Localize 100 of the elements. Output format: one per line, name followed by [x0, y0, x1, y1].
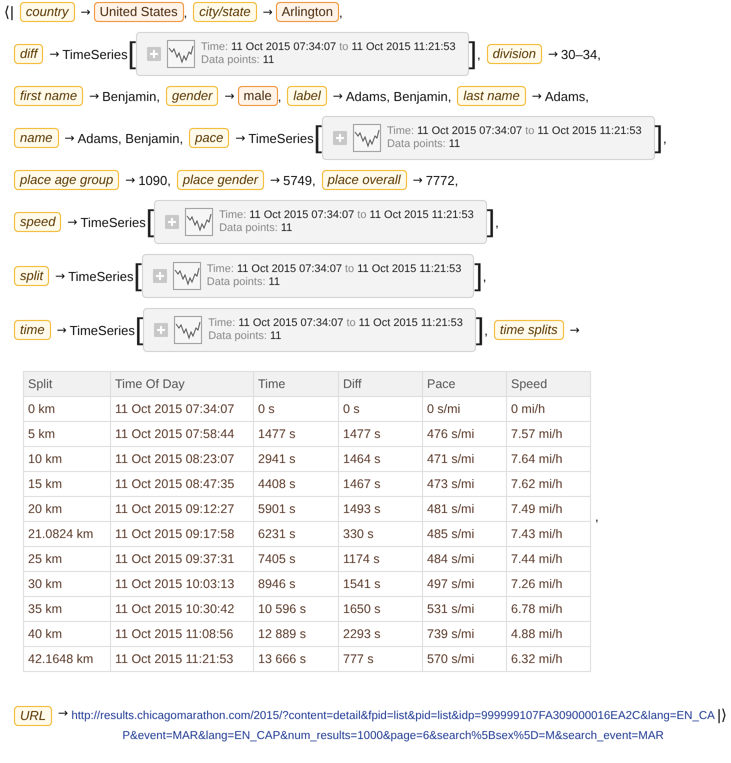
comma: , [597, 46, 601, 62]
data-points-text: Data points: 11 [219, 222, 294, 235]
table-cell: 485 s/mi [422, 522, 506, 546]
url-link[interactable]: http://results.chicagomarathon.com/2015/?content=detail&fpid=list&pid=list&idp=999999107FA309000016EA2C&lang=EN_CAP&event=MAR&lang=EN_CAP&num_results=1000&page=6&search%5Bsex%5D=M&search_event=MAR [71, 706, 716, 746]
value-text: Adams, Benjamin [346, 88, 448, 104]
table-cell: 330 s [338, 522, 422, 546]
table-cell: 7.64 mi/h [506, 446, 590, 472]
table-cell: 40 km [24, 622, 110, 646]
data-points-text: Data points: 11 [201, 54, 276, 67]
key-label: time [14, 320, 51, 340]
timeseries-summary-box[interactable]: Time: 11 Oct 2015 07:34:07 to 11 Oct 2015 11:21:53 Data points: 11 [322, 116, 655, 160]
rule-arrow: → [412, 173, 423, 187]
function-name: TimeSeries [70, 322, 135, 338]
table-cell: 10 km [24, 446, 110, 472]
comma: , [662, 130, 667, 146]
table-cell: 0 s/mi [422, 396, 506, 422]
table-cell: 7.26 mi/h [506, 572, 590, 596]
sparkline-icon [172, 262, 201, 290]
value-text: 7772 [426, 172, 455, 188]
rule-arrow: → [89, 89, 100, 103]
column-header: Speed [506, 372, 590, 396]
rule-arrow: → [532, 89, 542, 103]
table-cell: 11 Oct 2015 08:47:35 [110, 472, 254, 496]
comma: , [484, 322, 488, 338]
table-cell: 1493 s [338, 496, 422, 522]
comma: , [278, 88, 282, 104]
table-cell: 1541 s [338, 572, 422, 596]
table-cell: 11 Oct 2015 07:34:07 [110, 396, 254, 422]
comma: , [312, 172, 316, 188]
table-cell: 15 km [24, 472, 110, 496]
table-cell: 11 Oct 2015 07:58:44 [110, 422, 254, 446]
timeseries-summary-box[interactable]: Time: 11 Oct 2015 07:34:07 to 11 Oct 2015 11:21:53 Data points: 11 [154, 200, 487, 244]
table-cell: 7.49 mi/h [506, 496, 590, 522]
open-bracket: [ [134, 315, 144, 345]
table-cell: 0 mi/h [506, 396, 590, 422]
table-cell: 21.0824 km [24, 522, 110, 546]
expand-icon[interactable] [154, 323, 168, 337]
close-bracket: ] [654, 123, 663, 153]
table-cell: 8946 s [254, 572, 338, 596]
table-cell: 476 s/mi [422, 422, 506, 446]
comma: , [585, 88, 589, 104]
table-cell: 7.62 mi/h [506, 472, 590, 496]
key-label: time splits [494, 320, 564, 340]
expand-icon[interactable] [165, 215, 180, 229]
expand-icon[interactable] [152, 269, 167, 283]
data-points-text: Data points: 11 [208, 330, 282, 343]
comma: , [454, 172, 458, 188]
rule-arrow: → [58, 706, 68, 720]
open-bracket: [ [146, 207, 154, 237]
key-label: last name [457, 86, 526, 106]
table-cell: 20 km [24, 496, 110, 522]
time-range-text: Time: 11 Oct 2015 07:34:07 to 11 Oct 2015 11:21:53 [208, 317, 463, 330]
rule-arrow: → [224, 89, 235, 103]
timeseries-summary-box[interactable]: Time: 11 Oct 2015 07:34:07 to 11 Oct 2015 11:21:53 Data points: 11 [143, 308, 476, 352]
value-text: Benjamin [102, 88, 156, 104]
rule-arrow: → [262, 5, 273, 19]
table-cell: 7.44 mi/h [506, 546, 590, 572]
key-label: URL [14, 706, 52, 726]
expand-icon[interactable] [332, 131, 347, 145]
open-bracket: [ [128, 39, 136, 69]
table-cell: 497 s/mi [422, 572, 506, 596]
table-cell: 7405 s [254, 546, 338, 572]
rule-arrow: → [270, 173, 280, 187]
rule-arrow: → [55, 269, 66, 283]
table-cell: 11 Oct 2015 11:21:53 [110, 646, 254, 672]
table-cell: 25 km [24, 546, 110, 572]
table-cell: 13 666 s [254, 646, 338, 672]
key-label: label [287, 86, 327, 106]
table-cell: 2293 s [338, 622, 422, 646]
expand-icon[interactable] [147, 47, 162, 61]
function-name: TimeSeries [80, 214, 146, 230]
comma: , [476, 46, 481, 62]
time-range-text: Time: 11 Oct 2015 07:34:07 to 11 Oct 2015 11:21:53 [206, 263, 462, 276]
association-close-bracket: |⟩ [717, 706, 727, 724]
column-header: Diff [338, 372, 422, 396]
rule-arrow: → [570, 323, 580, 337]
table-cell: 4.88 mi/h [506, 622, 590, 646]
timeseries-summary-box[interactable]: Time: 11 Oct 2015 07:34:07 to 11 Oct 2015 11:21:53 Data points: 11 [142, 254, 474, 298]
value-text: Adams, Benjamin [78, 130, 180, 146]
open-bracket: [ [314, 123, 322, 153]
rule-arrow: → [235, 131, 246, 145]
open-bracket: [ [133, 261, 142, 291]
table-cell: 1467 s [338, 472, 422, 496]
rule-arrow: → [80, 5, 91, 19]
table-cell: 6.32 mi/h [506, 646, 590, 672]
table-cell: 11 Oct 2015 09:17:58 [110, 522, 254, 546]
comma: , [179, 130, 184, 146]
key-label: place overall [322, 170, 407, 190]
table-cell: 30 km [24, 572, 110, 596]
column-header: Split [24, 372, 110, 396]
table-cell: 7.43 mi/h [506, 522, 590, 546]
table-cell: 484 s/mi [422, 546, 506, 572]
timeseries-summary-box[interactable]: Time: 11 Oct 2015 07:34:07 to 11 Oct 2015 11:21:53 Data points: 11 [136, 32, 469, 76]
sparkline-icon [174, 316, 202, 344]
close-bracket: ] [476, 315, 484, 345]
value-text: Adams [544, 88, 586, 104]
table-cell: 11 Oct 2015 09:12:27 [110, 496, 254, 522]
key-label: split [14, 266, 50, 286]
table-cell: 777 s [338, 646, 422, 672]
rule-arrow: → [64, 131, 75, 145]
